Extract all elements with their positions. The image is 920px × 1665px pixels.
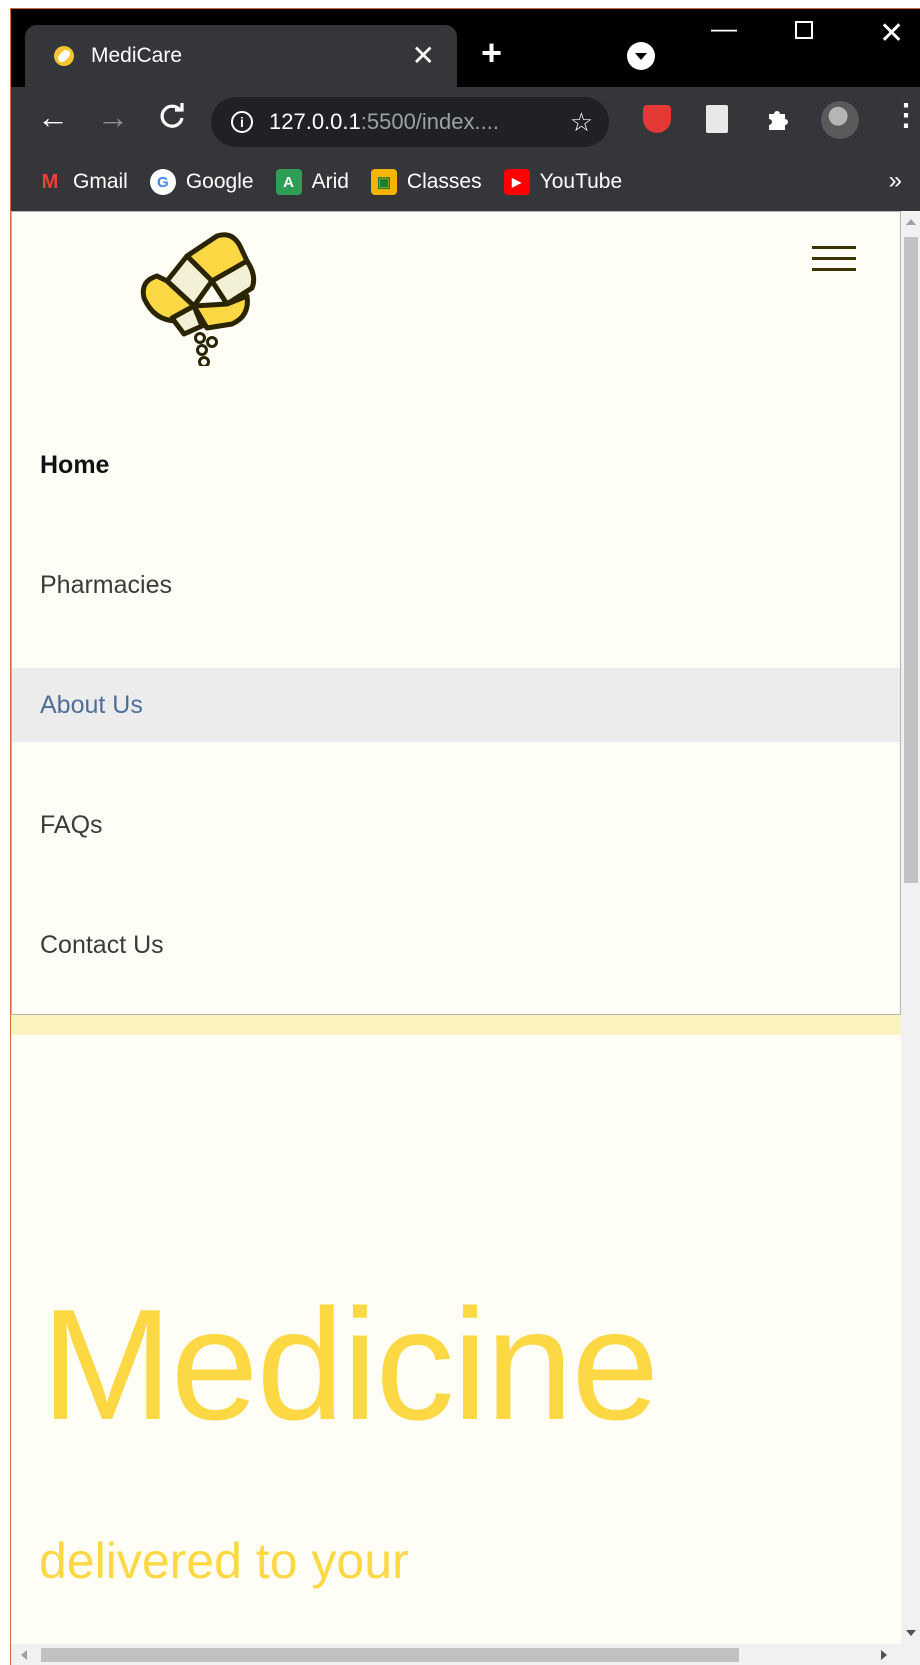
profile-avatar[interactable] bbox=[821, 101, 859, 139]
back-button[interactable]: ← bbox=[37, 101, 69, 133]
vertical-scroll-thumb[interactable] bbox=[904, 237, 918, 883]
nav-item-faqs[interactable]: FAQs bbox=[12, 788, 900, 862]
nav-label-faqs: FAQs bbox=[40, 810, 103, 839]
horizontal-scroll-thumb[interactable] bbox=[41, 1648, 739, 1662]
tab-medicare[interactable]: MediCare ✕ bbox=[25, 25, 457, 87]
hero-subtitle: delivered to your bbox=[39, 1533, 409, 1589]
bookmark-label: YouTube bbox=[539, 170, 623, 193]
nav-label-pharmacies: Pharmacies bbox=[40, 570, 172, 599]
hamburger-menu-icon[interactable] bbox=[812, 246, 856, 276]
browser-menu-icon[interactable]: ⋮ bbox=[891, 101, 920, 131]
mobile-nav-panel: Home Pharmacies About Us FAQs Contact Us bbox=[11, 211, 901, 1015]
scroll-right-arrow-icon[interactable] bbox=[881, 1650, 887, 1660]
nav-item-contact-us[interactable]: Contact Us bbox=[12, 908, 900, 982]
hamburger-line bbox=[812, 257, 856, 260]
gmail-icon: M bbox=[41, 170, 59, 193]
hero-title: Medicine bbox=[41, 1277, 659, 1453]
nav-item-home[interactable]: Home bbox=[12, 428, 900, 502]
bookmark-arid[interactable]: A Arid bbox=[275, 169, 349, 195]
arid-icon: A bbox=[275, 169, 302, 195]
adblock-extension-icon[interactable] bbox=[643, 105, 671, 133]
nav-label-about-us: About Us bbox=[40, 690, 143, 719]
nav-label-home: Home bbox=[40, 450, 110, 479]
hamburger-line bbox=[812, 246, 856, 249]
bookmark-classes[interactable]: ▣ Classes bbox=[370, 169, 482, 195]
document-extension-icon[interactable] bbox=[706, 105, 728, 133]
bookmark-label: Google bbox=[185, 170, 254, 193]
header-divider-strip bbox=[11, 1015, 901, 1035]
bookmark-label: Classes bbox=[406, 170, 482, 193]
bookmarks-bar: M Gmail G Google A Arid ▣ Classes ▶ YouT… bbox=[11, 153, 920, 211]
nav-item-about-us[interactable]: About Us bbox=[12, 668, 900, 742]
minimize-button[interactable]: — bbox=[711, 15, 737, 41]
bookmark-google[interactable]: G Google bbox=[149, 169, 254, 195]
bookmarks-overflow-icon[interactable]: » bbox=[889, 167, 902, 195]
page-viewport: Home Pharmacies About Us FAQs Contact Us… bbox=[11, 211, 901, 1644]
medicare-favicon-icon bbox=[54, 46, 74, 66]
vertical-scrollbar[interactable] bbox=[901, 211, 920, 1644]
reload-icon[interactable] bbox=[157, 101, 187, 131]
bookmark-label: Arid bbox=[311, 170, 349, 193]
nav-item-pharmacies[interactable]: Pharmacies bbox=[12, 548, 900, 622]
url-host: 127.0.0.1 bbox=[269, 109, 361, 134]
bookmark-star-icon[interactable]: ☆ bbox=[570, 107, 593, 138]
url-text[interactable]: 127.0.0.1:5500/index.... bbox=[269, 109, 570, 135]
nav-label-contact-us: Contact Us bbox=[40, 930, 164, 959]
scroll-up-arrow-icon[interactable] bbox=[906, 219, 916, 225]
new-tab-button[interactable]: + bbox=[481, 35, 502, 71]
site-info-icon[interactable]: i bbox=[231, 111, 253, 133]
scroll-left-arrow-icon[interactable] bbox=[21, 1650, 27, 1660]
hamburger-line bbox=[812, 268, 856, 271]
horizontal-scrollbar[interactable] bbox=[11, 1644, 920, 1665]
address-bar[interactable]: i 127.0.0.1:5500/index.... ☆ bbox=[211, 97, 609, 147]
bookmark-label: Gmail bbox=[73, 170, 128, 193]
title-bar: MediCare ✕ + — ✕ bbox=[11, 9, 920, 87]
url-path: :5500/index.... bbox=[360, 109, 499, 134]
medicare-logo[interactable] bbox=[132, 226, 272, 366]
youtube-icon: ▶ bbox=[503, 169, 530, 195]
tab-title: MediCare bbox=[91, 44, 183, 67]
google-icon: G bbox=[149, 169, 176, 195]
tab-close-icon[interactable]: ✕ bbox=[412, 42, 435, 70]
bookmark-gmail[interactable]: M Gmail bbox=[37, 169, 128, 195]
classes-icon: ▣ bbox=[370, 169, 397, 195]
forward-button[interactable]: → bbox=[97, 101, 129, 133]
bookmark-youtube[interactable]: ▶ YouTube bbox=[503, 169, 623, 195]
browser-window: MediCare ✕ + — ✕ ← → i 127.0.0.1:5500/in… bbox=[10, 8, 920, 1665]
tab-search-icon[interactable] bbox=[627, 42, 655, 70]
scroll-down-arrow-icon[interactable] bbox=[906, 1630, 916, 1636]
browser-toolbar: ← → i 127.0.0.1:5500/index.... ☆ ⋮ bbox=[11, 87, 920, 153]
maximize-button[interactable] bbox=[795, 21, 813, 39]
close-window-button[interactable]: ✕ bbox=[879, 19, 904, 49]
extensions-puzzle-icon[interactable] bbox=[763, 105, 791, 133]
